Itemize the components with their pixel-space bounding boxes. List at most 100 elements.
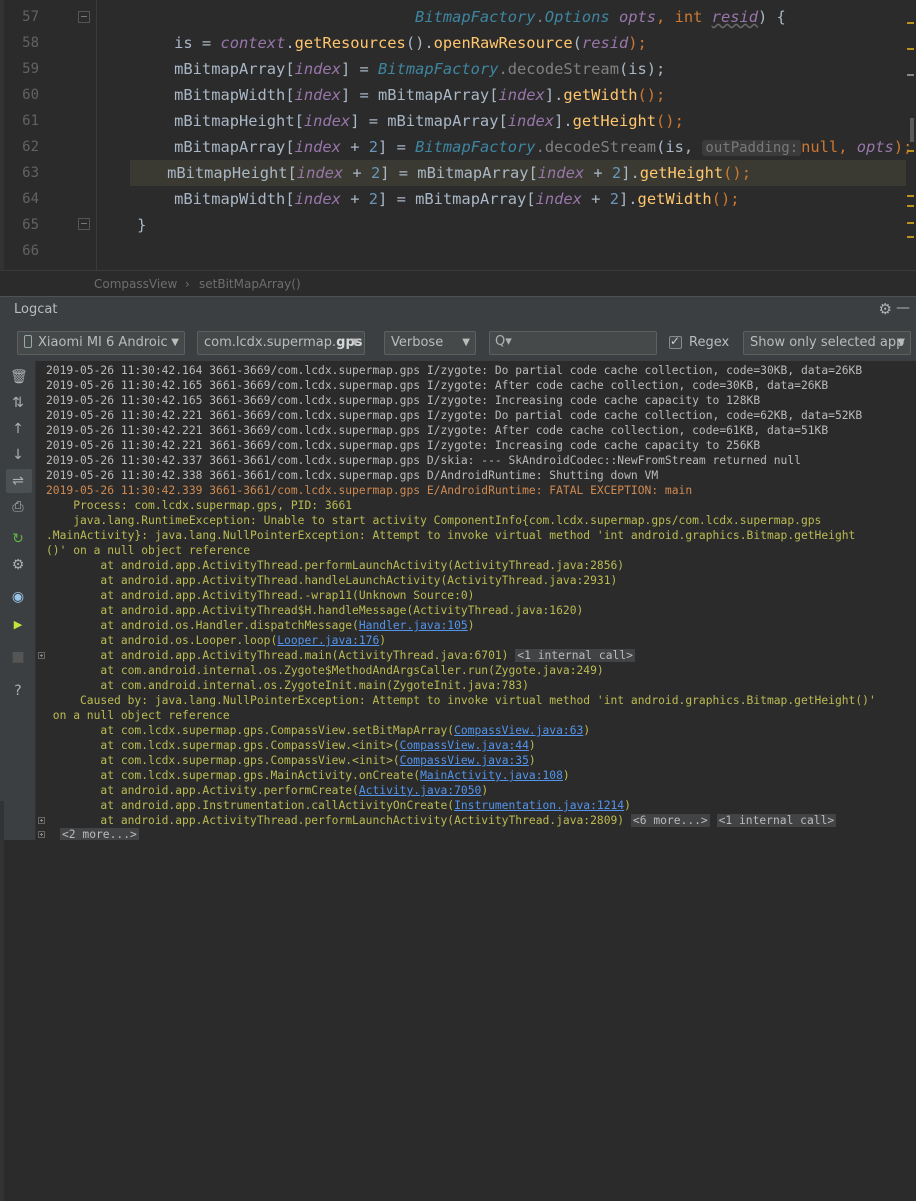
stack-frame-text: ) <box>528 754 536 767</box>
source-link[interactable]: MainActivity.java:108 <box>420 769 563 782</box>
source-link[interactable]: Looper.java:176 <box>277 634 379 647</box>
stack-frame-text: at android.os.Looper.loop( <box>46 634 278 647</box>
line-number: 58 <box>22 35 39 51</box>
source-link[interactable]: CompassView.java:35 <box>400 754 529 767</box>
device-select[interactable]: Xiaomi MI 6 Androic ▼ <box>17 331 185 355</box>
chevron-down-icon: ▼ <box>351 337 359 348</box>
breadcrumb: CompassView › setBitMapArray() <box>0 270 916 296</box>
code-token: mBitmapWidth[ <box>100 190 295 208</box>
stack-frame: at com.lcdx.supermap.gps.CompassView.set… <box>46 723 590 738</box>
gutter-divider <box>96 0 97 270</box>
trash-icon[interactable]: 🗑 <box>10 369 28 385</box>
minimize-icon[interactable]: — <box>896 300 910 316</box>
stop-icon[interactable]: ■ <box>10 649 26 665</box>
soft-wrap-icon[interactable]: ⇌ <box>10 473 26 489</box>
code-line-64[interactable]: mBitmapWidth[index + 2] = mBitmapArray[i… <box>100 186 739 212</box>
camera-icon[interactable]: ◉ <box>10 589 26 605</box>
gear-icon[interactable]: ⚙ <box>879 300 892 318</box>
log-level-value: Verbose <box>391 335 444 350</box>
stack-frame: at com.lcdx.supermap.gps.CompassView.<in… <box>46 753 536 768</box>
code-line-62[interactable]: mBitmapArray[index + 2] = BitmapFactory.… <box>100 134 912 160</box>
source-link[interactable]: CompassView.java:63 <box>454 724 583 737</box>
code-token: (is, <box>656 138 703 156</box>
breadcrumb-separator: › <box>185 277 190 291</box>
help-icon[interactable]: ? <box>10 683 26 699</box>
expand-icon[interactable] <box>38 652 45 659</box>
log-line-error: Process: com.lcdx.supermap.gps, PID: 366… <box>46 499 353 512</box>
source-link[interactable]: CompassView.java:44 <box>400 739 529 752</box>
search-icon[interactable]: Q▾ <box>495 334 512 349</box>
scroll-thumb[interactable] <box>910 118 914 142</box>
code-line-61[interactable]: mBitmapHeight[index] = mBitmapArray[inde… <box>100 108 684 134</box>
code-token: + <box>584 164 612 182</box>
stack-frame: at android.app.ActivityThread.performLau… <box>46 813 837 828</box>
device-select-value: Xiaomi MI 6 Androic <box>38 335 168 350</box>
log-line: 2019-05-26 11:30:42.337 3661-3661/com.lc… <box>46 454 801 467</box>
scroll-to-end-icon[interactable]: ⇅ <box>10 395 26 411</box>
more-frames-fold[interactable]: <6 more...> <box>630 814 710 827</box>
code-token: . <box>285 34 295 52</box>
record-icon[interactable]: ▶ <box>10 617 26 633</box>
code-token: getWidth <box>637 190 712 208</box>
code-token: index <box>537 164 585 182</box>
stack-frame: at android.app.ActivityThread$H.handleMe… <box>46 604 584 617</box>
internal-call-fold[interactable]: <1 internal call> <box>716 814 837 827</box>
code-token: ]. <box>544 86 564 104</box>
arrow-up-icon[interactable]: ↑ <box>10 421 26 437</box>
code-token: ] = <box>340 60 379 78</box>
scroll-marker <box>907 236 914 238</box>
code-line-65[interactable]: } <box>100 212 146 238</box>
log-level-select[interactable]: Verbose ▼ <box>384 331 476 355</box>
regex-checkbox[interactable] <box>669 334 682 349</box>
code-token: index <box>498 86 545 104</box>
caused-by-line: on a null object reference <box>46 709 230 722</box>
code-token: mBitmapWidth[ <box>100 86 295 104</box>
code-token: index <box>294 60 341 78</box>
internal-call-fold[interactable]: <1 internal call> <box>515 649 635 662</box>
search-input[interactable] <box>516 334 655 354</box>
stack-frame-text: ) <box>562 769 570 782</box>
code-line-57[interactable]: BitmapFactory.Options opts, int resid) { <box>100 4 786 30</box>
breadcrumb-method[interactable]: setBitMapArray() <box>199 277 301 291</box>
settings-icon[interactable]: ⚙ <box>10 557 26 573</box>
expand-icon[interactable] <box>38 831 45 838</box>
scroll-marker <box>907 22 914 24</box>
arrow-down-icon[interactable]: ↓ <box>10 447 26 463</box>
editor-scroll-markers[interactable] <box>904 0 916 270</box>
log-output[interactable]: 2019-05-26 11:30:42.164 3661-3669/com.lc… <box>36 361 916 840</box>
stack-frame-text: ) <box>467 619 475 632</box>
chevron-down-icon: ▼ <box>897 337 905 348</box>
code-token: (); <box>656 112 684 130</box>
expand-icon[interactable] <box>38 817 45 824</box>
source-link[interactable]: Instrumentation.java:1214 <box>454 799 624 812</box>
filter-select[interactable]: Show only selected app ▼ <box>743 331 911 355</box>
print-icon[interactable]: ⎙ <box>10 499 26 515</box>
breadcrumb-class[interactable]: CompassView <box>94 277 177 291</box>
code-line-60[interactable]: mBitmapWidth[index] = mBitmapArray[index… <box>100 82 665 108</box>
code-token: BitmapFactory <box>378 60 499 78</box>
stack-frame-text <box>710 814 717 827</box>
more-frames-fold[interactable]: <2 more...> <box>60 828 139 840</box>
process-select[interactable]: com.lcdx.supermap.gps ▼ <box>197 331 365 355</box>
search-box[interactable]: Q▾ <box>489 331 657 355</box>
stack-frame: at android.app.ActivityThread.-wrap11(Un… <box>46 589 475 602</box>
phone-icon <box>24 335 32 348</box>
code-line-63-current[interactable]: mBitmapHeight[index + 2] = mBitmapArray[… <box>130 160 906 186</box>
log-line-error: .MainActivity}: java.lang.NullPointerExc… <box>46 529 856 542</box>
code-line-58[interactable]: is = context.getResources().openRawResou… <box>100 30 647 56</box>
code-token: 2 <box>368 138 379 156</box>
code-line-59[interactable]: mBitmapArray[index] = BitmapFactory.deco… <box>100 56 665 82</box>
restart-icon[interactable]: ↻ <box>10 531 26 547</box>
fold-marker-icon[interactable] <box>78 11 90 23</box>
code-editor[interactable]: 57 58 59 60 61 62 63 64 65 66 BitmapFact… <box>0 0 916 270</box>
source-link[interactable]: Activity.java:7050 <box>359 784 481 797</box>
fold-marker-icon[interactable] <box>78 218 90 230</box>
code-token: ( <box>572 34 582 52</box>
code-token: openRawResource <box>433 34 573 52</box>
code-token: decodeStream <box>507 60 619 78</box>
side-strip <box>0 801 4 1201</box>
stack-frame-text: at android.app.ActivityThread.performLau… <box>46 814 631 827</box>
scroll-marker <box>907 48 914 50</box>
source-link[interactable]: Handler.java:105 <box>359 619 468 632</box>
